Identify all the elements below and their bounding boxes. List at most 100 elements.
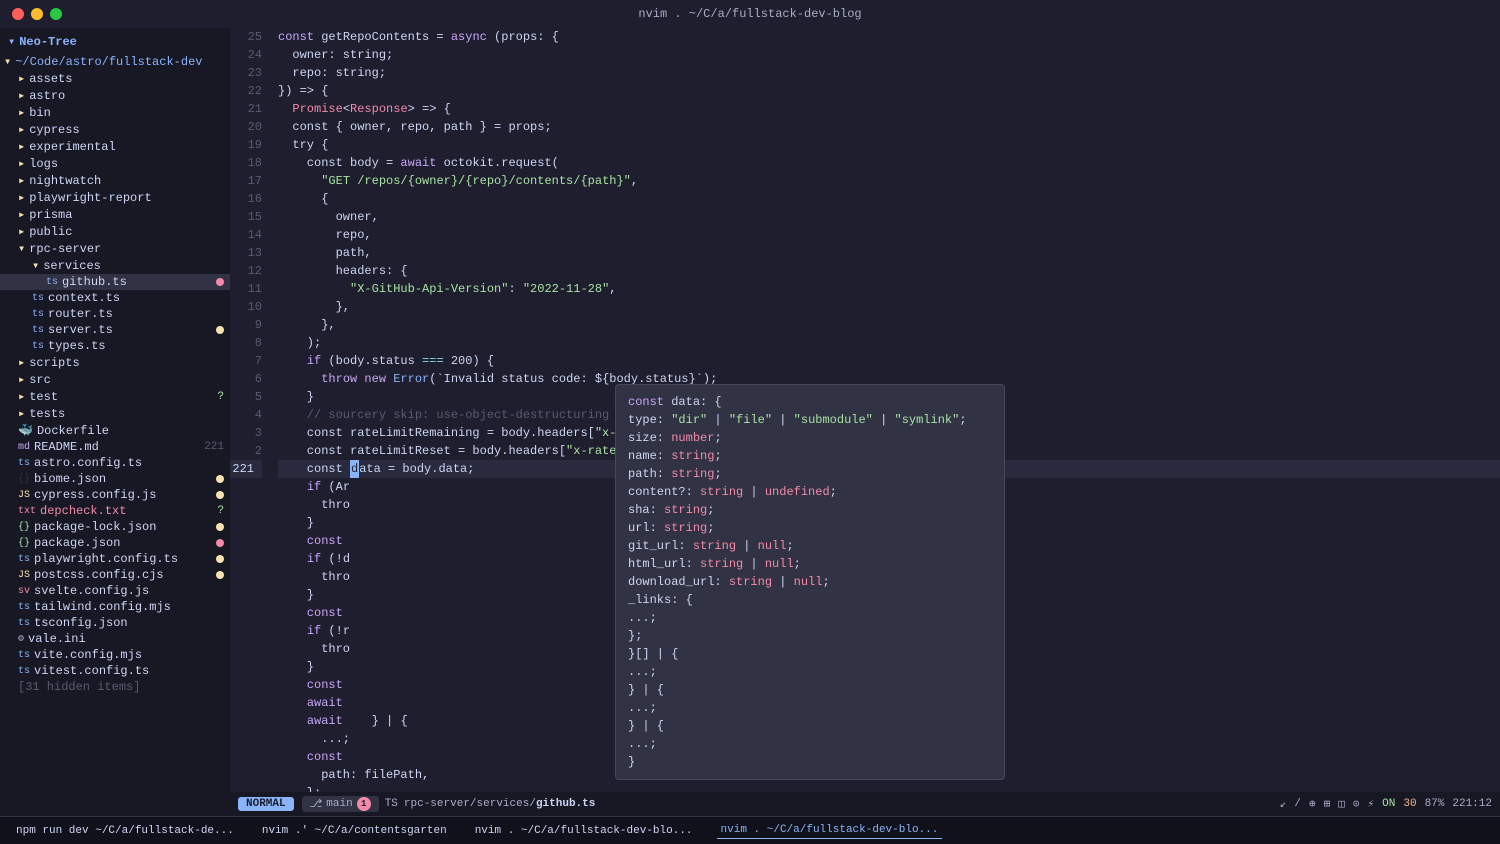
sidebar-item-label: cypress: [29, 123, 79, 137]
title-bar: nvim . ~/C/a/fullstack-dev-blog: [0, 0, 1500, 28]
sidebar-item-test[interactable]: ▸ test ?: [0, 388, 230, 405]
code-line: repo,: [278, 226, 1500, 244]
warning-badge: [216, 475, 224, 483]
error-count: 1: [357, 797, 371, 811]
num-badge: 221: [204, 441, 224, 453]
error-badge: [216, 539, 224, 547]
sidebar-item-tailwind-config[interactable]: ts tailwind.config.mjs: [0, 599, 230, 615]
sidebar-item-cypress-config[interactable]: JS cypress.config.js: [0, 487, 230, 503]
sidebar-item-experimental[interactable]: ▸ experimental: [0, 138, 230, 155]
tree-root[interactable]: ▾ ~/Code/astro/fullstack-dev: [0, 53, 230, 70]
sidebar-item-label: Dockerfile: [37, 424, 109, 438]
sidebar-item-readme[interactable]: md README.md 221: [0, 439, 230, 455]
file-docker-icon: 🐳: [18, 423, 33, 438]
svelte-prefix: sv: [18, 586, 30, 597]
sidebar-item-vitest-config[interactable]: ts vitest.config.ts: [0, 663, 230, 679]
sidebar-item-svelte-config[interactable]: sv svelte.config.js: [0, 583, 230, 599]
code-line: {: [278, 190, 1500, 208]
sidebar-item-label: server.ts: [48, 323, 113, 337]
plus-icon: ⊕: [1309, 797, 1316, 811]
maximize-button[interactable]: [50, 8, 62, 20]
cursor-position: 221:12: [1452, 798, 1492, 810]
sidebar-item-label: cypress.config.js: [34, 488, 156, 502]
traffic-lights: [12, 8, 62, 20]
grid-icon: ⊞: [1324, 797, 1331, 811]
js-prefix: JS: [18, 570, 30, 581]
sidebar-item-label: src: [29, 373, 51, 387]
sidebar-item-nightwatch[interactable]: ▸ nightwatch: [0, 172, 230, 189]
sidebar-item-astro-config[interactable]: ts astro.config.ts: [0, 455, 230, 471]
sidebar-item-label: biome.json: [34, 472, 106, 486]
main-layout: ▾ Neo-Tree ▾ ~/Code/astro/fullstack-dev …: [0, 28, 1500, 816]
sidebar-item-biome-json[interactable]: {} biome.json: [0, 471, 230, 487]
sidebar-item-depcheck[interactable]: txt depcheck.txt ?: [0, 503, 230, 519]
sidebar-item-types-ts[interactable]: ts types.ts: [0, 338, 230, 354]
editor-area: 25 24 23 22 21 20 19 18 17 16 15 14 13 1…: [230, 28, 1500, 816]
file-ts-prefix: ts: [46, 277, 58, 288]
sidebar-item-playwright-config[interactable]: ts playwright.config.ts: [0, 551, 230, 567]
neo-tree-arrow: ▾: [8, 34, 15, 49]
js-prefix: JS: [18, 490, 30, 501]
folder-icon: ▸: [18, 224, 25, 239]
sidebar-item-server-ts[interactable]: ts server.ts: [0, 322, 230, 338]
sidebar-item-prisma[interactable]: ▸ prisma: [0, 206, 230, 223]
sidebar-item-label: tsconfig.json: [34, 616, 128, 630]
folder-icon: ▸: [18, 88, 25, 103]
sidebar-item-services[interactable]: ▾ services: [0, 257, 230, 274]
terminal-tab-1[interactable]: npm run dev ~/C/a/fullstack-de...: [12, 823, 238, 839]
sidebar-item-router-ts[interactable]: ts router.ts: [0, 306, 230, 322]
sidebar-item-assets[interactable]: ▸ assets: [0, 70, 230, 87]
search-icon: /: [1294, 798, 1301, 810]
sidebar-item-scripts[interactable]: ▸ scripts: [0, 354, 230, 371]
close-button[interactable]: [12, 8, 24, 20]
root-path-label: ~/Code/astro/fullstack-dev: [15, 55, 202, 69]
sidebar-item-label: vite.config.mjs: [34, 648, 142, 662]
neo-tree-label: Neo-Tree: [19, 35, 77, 49]
terminal-tab-4[interactable]: nvim . ~/C/a/fullstack-dev-blo...: [717, 822, 943, 839]
folder-icon: ▸: [18, 406, 25, 421]
terminal-tab-3[interactable]: nvim . ~/C/a/fullstack-dev-blo...: [471, 823, 697, 839]
sidebar-item-package-json[interactable]: {} package.json: [0, 535, 230, 551]
folder-icon: ▸: [18, 389, 25, 404]
sidebar-item-rpc-server[interactable]: ▾ rpc-server: [0, 240, 230, 257]
sidebar-item-bin[interactable]: ▸ bin: [0, 104, 230, 121]
folder-icon: ▸: [18, 105, 25, 120]
status-bar: NORMAL ⎇ main 1 TS rpc-server/services/g…: [230, 792, 1500, 816]
code-editor[interactable]: 25 24 23 22 21 20 19 18 17 16 15 14 13 1…: [230, 28, 1500, 792]
json-prefix: {}: [18, 538, 30, 549]
ts-prefix: ts: [18, 554, 30, 565]
sidebar-item-logs[interactable]: ▸ logs: [0, 155, 230, 172]
sidebar-item-github-ts[interactable]: ts github.ts: [0, 274, 230, 290]
code-line: headers: {: [278, 262, 1500, 280]
sidebar-item-tsconfig[interactable]: ts tsconfig.json: [0, 615, 230, 631]
code-content[interactable]: const getRepoContents = async (props: { …: [270, 28, 1500, 792]
folder-icon: ▸: [18, 122, 25, 137]
code-line: owner,: [278, 208, 1500, 226]
sidebar-item-label: playwright-report: [29, 191, 151, 205]
sidebar-item-context-ts[interactable]: ts context.ts: [0, 290, 230, 306]
minimize-button[interactable]: [31, 8, 43, 20]
sidebar-item-vite-config[interactable]: ts vite.config.mjs: [0, 647, 230, 663]
sidebar-item-src[interactable]: ▸ src: [0, 371, 230, 388]
sidebar-item-label: astro.config.ts: [34, 456, 142, 470]
code-line: };: [278, 784, 1500, 792]
file-path: rpc-server/services/github.ts: [404, 798, 595, 810]
folder-icon: ▸: [18, 207, 25, 222]
sidebar-item-playwright-report[interactable]: ▸ playwright-report: [0, 189, 230, 206]
untracked-badge: ?: [217, 505, 224, 517]
sidebar-item-cypress[interactable]: ▸ cypress: [0, 121, 230, 138]
sidebar-item-package-lock[interactable]: {} package-lock.json: [0, 519, 230, 535]
sidebar-item-label: tailwind.config.mjs: [34, 600, 171, 614]
sidebar-item-tests[interactable]: ▸ tests: [0, 405, 230, 422]
sidebar-item-public[interactable]: ▸ public: [0, 223, 230, 240]
sidebar-item-astro[interactable]: ▸ astro: [0, 87, 230, 104]
sidebar-item-vale-ini[interactable]: ⚙ vale.ini: [0, 631, 230, 647]
terminal-tab-2[interactable]: nvim .' ~/C/a/contentsgarten: [258, 823, 451, 839]
code-line: repo: string;: [278, 64, 1500, 82]
sidebar-item-label: experimental: [29, 140, 115, 154]
branch-name: main: [326, 798, 352, 810]
sidebar-item-dockerfile[interactable]: 🐳 Dockerfile: [0, 422, 230, 439]
sidebar-item-label: package-lock.json: [34, 520, 156, 534]
sidebar-item-postcss-config[interactable]: JS postcss.config.cjs: [0, 567, 230, 583]
code-line: Promise<Response> => {: [278, 100, 1500, 118]
